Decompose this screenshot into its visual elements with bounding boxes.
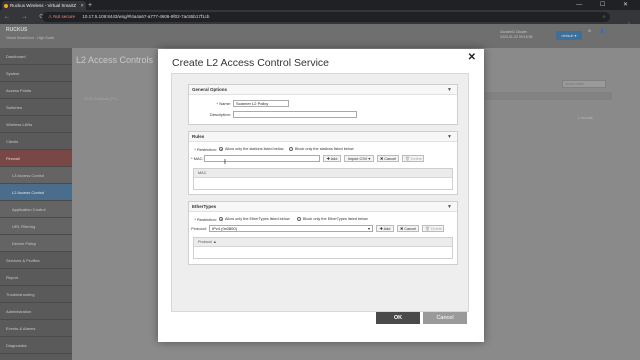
general-options-section: General Options ▼ * Name: Scanner L2 Pol… [188,84,458,125]
ethertypes-header[interactable]: EtherTypes ▼ [189,202,457,212]
sidebar-item-troubleshooting[interactable]: Troubleshooting [0,286,72,303]
page-title: L2 Access Controls [76,55,154,65]
sidebar-item-administration[interactable]: Administration [0,303,72,320]
rules-section: Rules ▼ * Restriction: Allow only the st… [188,131,458,195]
text-cursor-icon: I [224,159,226,166]
collapse-chevron-icon[interactable]: ▼ [447,85,452,95]
tab-title: Ruckus Wireless - Virtual SmartZ [10,3,77,8]
address-bar-row: ← → ⟳ ⚠ Not secure 10.17.5.109:8443/wsg/… [0,10,640,29]
close-tab-icon[interactable]: ✕ [80,1,84,10]
close-icon[interactable]: ✕ [468,52,476,63]
dialog-title: Create L2 Access Control Service [172,57,329,69]
dropdown-arrow-icon: ▾ [367,226,370,231]
sidebar-item-wireless-lans[interactable]: Wireless LANs [0,116,72,133]
sidebar-item-switches[interactable]: Switches [0,99,72,116]
delete-mac-button[interactable]: 🗑 Delete [402,155,424,162]
delete-protocol-button[interactable]: 🗑 Delete [422,225,444,232]
favicon-icon [4,3,8,8]
mac-input[interactable] [204,155,320,162]
ruckus-logo: RUCKUS [6,27,28,33]
rules-header[interactable]: Rules ▼ [189,132,457,142]
sidebar-item-dashboard[interactable]: Dashboard [0,48,72,65]
default-domain-button[interactable]: default ▾ [556,31,582,40]
sidebar: Dashboard System Access Points Switches … [0,48,72,360]
record-count: 1 records [578,116,593,120]
window-controls[interactable]: — ☐ ✕ [576,0,636,10]
cancel-button[interactable]: Cancel [423,312,467,324]
not-secure-badge[interactable]: ⚠ Not secure [48,14,75,19]
allow-stations-radio[interactable] [219,147,223,151]
add-protocol-button[interactable]: ✚ Add [376,225,394,232]
cancel-mac-button[interactable]: ✖ Cancel [377,155,399,162]
description-label: Description: [209,112,231,117]
rules-title: Rules [192,134,205,139]
mac-label: * MAC: [191,156,204,161]
name-field[interactable]: Scanner L2 Policy [233,100,289,107]
block-ethertypes-radio[interactable] [297,217,301,221]
general-options-title: General Options [192,87,228,92]
sidebar-item-l2-access-control[interactable]: L2 Access Control [0,184,72,201]
dialog-body: General Options ▼ * Name: Scanner L2 Pol… [171,73,469,312]
block-ethertypes-text: Block only the EtherTypes listed below [303,217,368,221]
sidebar-item-url-filtering[interactable]: URL Filtering [0,218,72,235]
general-options-header[interactable]: General Options ▼ [189,85,457,95]
sidebar-item-application-control[interactable]: Application Control [0,201,72,218]
allow-ethertypes-radio[interactable] [219,217,223,221]
header-icons[interactable]: ⚙ 👤 [588,29,608,33]
browser-tabbar: Ruckus Wireless - Virtual SmartZ ✕ + — ☐… [0,0,640,10]
cluster-info: Cluster01 Cluster 2020-01-22 09:16:35 [500,30,533,39]
protocol-column-header[interactable]: Protocol ▲ [194,238,452,247]
block-stations-text: Block only the stations listed below [295,147,354,151]
sidebar-item-access-points[interactable]: Access Points [0,82,72,99]
allow-stations-text: Allow only the stations listed below [225,147,284,151]
protocol-select[interactable]: IPv4 (0x0800) ▾ [209,225,373,232]
browser-tab[interactable]: Ruckus Wireless - Virtual SmartZ ✕ [2,1,86,10]
table-search-input[interactable]: search table [562,80,606,88]
sidebar-item-l3-access-control[interactable]: L3 Access Control [0,167,72,184]
allow-ethertypes-text: Allow only the EtherTypes listed below [225,217,290,221]
collapse-chevron-icon[interactable]: ▼ [447,202,452,212]
app-header [0,24,640,48]
table-header-bar [480,92,612,100]
zone-tree[interactable]: SOS Controls (??) [84,96,117,101]
rules-restriction-label: * Restriction: [194,147,217,152]
url-field[interactable]: ⚠ Not secure 10.17.5.109:8443/wsg/#l4a4a… [42,12,610,22]
ether-restriction-label: * Restriction: [194,217,217,222]
ok-button[interactable]: OK [376,312,420,324]
product-subtitle: Virtual SmartZone - High Scale [6,36,55,40]
description-field[interactable] [233,111,357,118]
new-tab-button[interactable]: + [88,2,92,9]
ethertypes-title: EtherTypes [192,204,217,209]
cluster-time: 2020-01-22 09:16:35 [500,34,533,39]
url-text: 10.17.5.109:8443/wsg/#l4a4a67-a777-4606-… [82,14,210,19]
cancel-protocol-button[interactable]: ✖ Cancel [397,225,419,232]
sidebar-item-services-profiles[interactable]: Services & Profiles [0,252,72,269]
create-l2-acl-dialog: Create L2 Access Control Service ✕ Gener… [158,49,484,342]
import-csv-button[interactable]: Import CSV ▾ [344,155,374,162]
sidebar-item-report[interactable]: Report [0,269,72,286]
add-mac-button[interactable]: ✚ Add [323,155,341,162]
name-label: * Name: [216,101,231,106]
mac-table: MAC [193,168,453,190]
protocol-table: Protocol ▲ [193,237,453,259]
bookmark-star-icon[interactable]: ☆ [602,12,606,22]
sidebar-item-clients[interactable]: Clients [0,133,72,150]
ethertypes-section: EtherTypes ▼ * Restriction: Allow only t… [188,201,458,265]
sidebar-item-events-alarms[interactable]: Events & Alarms [0,320,72,337]
sidebar-item-device-policy[interactable]: Device Policy [0,235,72,252]
collapse-chevron-icon[interactable]: ▼ [447,132,452,142]
sidebar-item-diagnostics[interactable]: Diagnostics [0,337,72,354]
protocol-label: Protocol: [191,226,207,231]
sidebar-item-system[interactable]: System [0,65,72,82]
mac-column-header[interactable]: MAC [194,169,452,178]
sidebar-item-firewall[interactable]: Firewall [0,150,72,167]
block-stations-radio[interactable] [289,147,293,151]
